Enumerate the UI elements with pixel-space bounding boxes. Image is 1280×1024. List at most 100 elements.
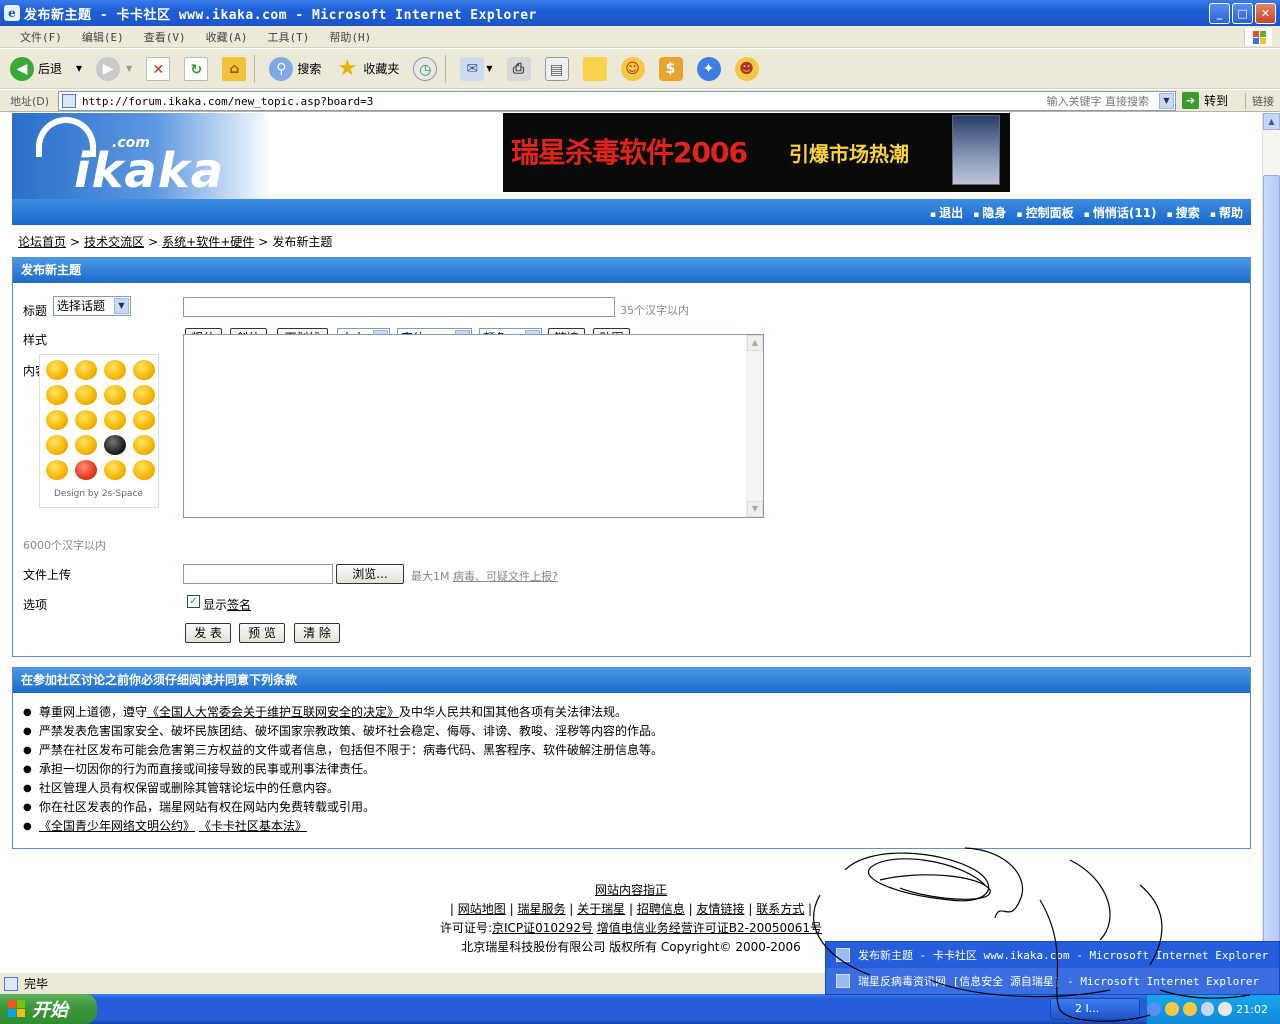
- kaka-basic-law-link[interactable]: 《卡卡社区基本法》: [199, 819, 307, 833]
- edit-button[interactable]: ▤: [541, 53, 573, 85]
- note-button[interactable]: [579, 53, 611, 85]
- network-icon[interactable]: [1200, 1002, 1215, 1016]
- taskbar-ie-group[interactable]: 2 I...: [1050, 998, 1140, 1020]
- mail-dropdown-icon[interactable]: ▼: [486, 64, 492, 73]
- upload-file-input[interactable]: [183, 564, 333, 584]
- emoticon-icon[interactable]: [75, 435, 97, 455]
- footer-sitemap[interactable]: 网站地图: [458, 902, 506, 916]
- content-textarea[interactable]: ▲ ▼: [183, 334, 764, 518]
- maximize-button[interactable]: □: [1232, 3, 1253, 24]
- refresh-button[interactable]: ↻: [180, 53, 212, 85]
- scroll-up-icon[interactable]: ▲: [747, 335, 763, 351]
- qq-icon[interactable]: [1182, 1002, 1197, 1016]
- links-button[interactable]: 链接: [1245, 93, 1274, 109]
- emoticon-icon[interactable]: [104, 435, 126, 455]
- clear-button[interactable]: 清 除: [294, 623, 340, 643]
- footer-about[interactable]: 关于瑞星: [577, 902, 625, 916]
- breadcrumb-home[interactable]: 论坛首页: [18, 233, 66, 250]
- footer-service[interactable]: 瑞星服务: [517, 902, 565, 916]
- nppc-decision-link[interactable]: 《全国人大常委会关于维护互联网安全的决定》: [147, 705, 399, 719]
- scrollbar-thumb[interactable]: [1263, 175, 1280, 951]
- emoticon-icon[interactable]: [133, 435, 155, 455]
- nav-search[interactable]: 搜索: [1167, 204, 1200, 221]
- nav-control-panel[interactable]: 控制面板: [1016, 204, 1074, 221]
- stop-button[interactable]: ✕: [142, 53, 174, 85]
- show-signature-checkbox[interactable]: ✓: [187, 595, 200, 608]
- forward-button[interactable]: ▶ ▼: [92, 53, 136, 85]
- menu-file[interactable]: 文件(F): [20, 29, 62, 45]
- emoticon-icon[interactable]: [75, 385, 97, 405]
- address-input[interactable]: http://forum.ikaka.com/new_topic.asp?boa…: [58, 91, 1176, 111]
- menu-edit[interactable]: 编辑(E): [82, 29, 124, 45]
- footer-jobs[interactable]: 招聘信息: [637, 902, 685, 916]
- ad-banner[interactable]: 瑞星杀毒软件2006 引爆市场热潮: [503, 113, 1010, 192]
- icp-link[interactable]: 京ICP证010292号: [492, 921, 593, 935]
- home-button[interactable]: ⌂: [218, 53, 250, 85]
- title-input[interactable]: [183, 297, 615, 317]
- security-icon[interactable]: [1218, 1002, 1233, 1016]
- scroll-up-icon[interactable]: ▲: [1263, 113, 1280, 130]
- emoticon-icon[interactable]: [46, 410, 68, 430]
- menu-favorites[interactable]: 收藏(A): [206, 29, 248, 45]
- messenger-button[interactable]: ☺: [617, 53, 649, 85]
- emoticon-icon[interactable]: [46, 435, 68, 455]
- nav-logout[interactable]: 退出: [930, 204, 963, 221]
- telecom-license-link[interactable]: 增值电信业务经营许可证B2-20050061号: [597, 921, 822, 935]
- taskbar-window-item[interactable]: 瑞星反病毒资讯网 [信息安全 源自瑞星] - Microsoft Interne…: [826, 968, 1279, 994]
- smiley-button[interactable]: ☻: [731, 53, 763, 85]
- emoticon-icon[interactable]: [46, 360, 68, 380]
- virus-report-link[interactable]: 病毒、可疑文件上报?: [453, 568, 558, 584]
- go-button[interactable]: ➜ 转到: [1182, 92, 1228, 109]
- breadcrumb-tech[interactable]: 技术交流区: [84, 233, 144, 250]
- scroll-down-icon[interactable]: ▼: [747, 501, 763, 517]
- emoticon-icon[interactable]: [75, 460, 97, 480]
- content-correction-link[interactable]: 网站内容指正: [595, 883, 667, 897]
- emoticon-icon[interactable]: [133, 460, 155, 480]
- window-title-bar[interactable]: e 发布新主题 - 卡卡社区 www.ikaka.com - Microsoft…: [0, 0, 1280, 26]
- emoticon-icon[interactable]: [46, 385, 68, 405]
- preview-button[interactable]: 预 览: [239, 623, 285, 643]
- nav-messages[interactable]: 悄悄话(11): [1084, 204, 1157, 221]
- submit-button[interactable]: 发 表: [185, 623, 231, 643]
- emoticon-icon[interactable]: [133, 385, 155, 405]
- emoticon-icon[interactable]: [104, 410, 126, 430]
- page-scrollbar[interactable]: ▲: [1262, 113, 1280, 972]
- footer-contact[interactable]: 联系方式: [756, 902, 804, 916]
- print-button[interactable]: ⎙: [503, 53, 535, 85]
- start-button[interactable]: 开始: [0, 994, 97, 1024]
- emoticon-icon[interactable]: [104, 385, 126, 405]
- emoticon-icon[interactable]: [104, 460, 126, 480]
- search-button[interactable]: ⚲ 搜索: [265, 53, 325, 85]
- nav-invisible[interactable]: 隐身: [973, 204, 1006, 221]
- menu-view[interactable]: 查看(V): [144, 29, 186, 45]
- qq-icon[interactable]: [1164, 1002, 1179, 1016]
- textarea-scrollbar[interactable]: ▲ ▼: [746, 335, 763, 517]
- breadcrumb-system[interactable]: 系统+软件+硬件: [162, 233, 254, 250]
- address-dropdown-icon[interactable]: ▼: [1159, 93, 1174, 109]
- mail-button[interactable]: ✉ ▼: [456, 53, 496, 85]
- topic-select[interactable]: 选择话题 ▼: [53, 296, 131, 316]
- emoticon-icon[interactable]: [75, 410, 97, 430]
- minimize-button[interactable]: _: [1209, 3, 1230, 24]
- nav-help[interactable]: 帮助: [1210, 204, 1243, 221]
- tray-arrow-icon[interactable]: [1147, 1002, 1161, 1016]
- emoticon-icon[interactable]: [46, 460, 68, 480]
- close-button[interactable]: ✕: [1255, 3, 1276, 24]
- footer-friend-links[interactable]: 友情链接: [697, 902, 745, 916]
- emoticon-icon[interactable]: [133, 410, 155, 430]
- taskbar-window-item[interactable]: 发布新主题 - 卡卡社区 www.ikaka.com - Microsoft I…: [826, 942, 1279, 968]
- browse-button[interactable]: 浏览...: [336, 564, 404, 584]
- emoticon-icon[interactable]: [104, 360, 126, 380]
- favorites-button[interactable]: ★ 收藏夹: [331, 53, 403, 85]
- menu-tools[interactable]: 工具(T): [268, 29, 310, 45]
- forward-dropdown-icon[interactable]: ▼: [126, 64, 132, 73]
- emoticon-icon[interactable]: [75, 360, 97, 380]
- back-dropdown-icon[interactable]: ▼: [76, 64, 82, 73]
- signature-link[interactable]: 签名: [227, 598, 251, 612]
- emoticon-icon[interactable]: [133, 360, 155, 380]
- bag-button[interactable]: $: [655, 53, 687, 85]
- back-button[interactable]: ◀ 后退 ▼: [6, 53, 86, 85]
- bird-button[interactable]: ✦: [693, 53, 725, 85]
- menu-help[interactable]: 帮助(H): [329, 29, 371, 45]
- youth-convention-link[interactable]: 《全国青少年网络文明公约》: [39, 819, 195, 833]
